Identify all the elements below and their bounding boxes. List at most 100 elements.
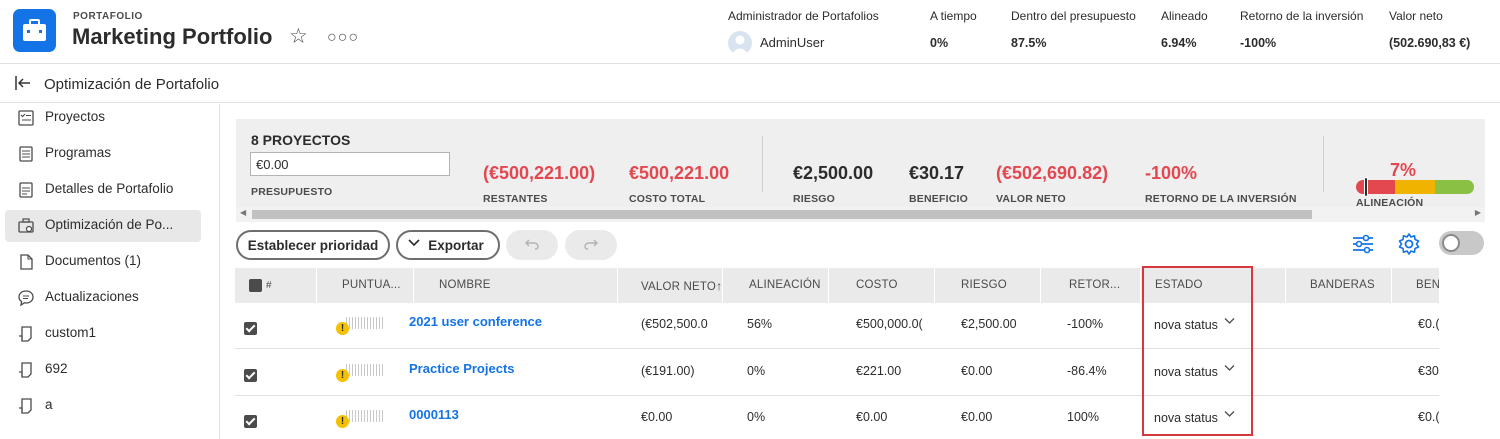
table-row[interactable]: ! 0000113 €0.00 0% €0.00 €0.00 100% nova… bbox=[235, 396, 1439, 439]
divider bbox=[1323, 136, 1324, 192]
risk-cell: €0.00 bbox=[961, 364, 993, 378]
remaining-value: (€500,221.00) bbox=[483, 163, 596, 183]
sidebar-item-label: Actualizaciones bbox=[45, 289, 139, 304]
set-priority-button[interactable]: Establecer prioridad bbox=[236, 230, 390, 260]
metric-aligned-value: 6.94% bbox=[1161, 36, 1197, 50]
table-row[interactable]: ! 2021 user conference (€502,500.0 56% €… bbox=[235, 303, 1439, 349]
column-header-benefit[interactable]: BEN bbox=[1392, 268, 1439, 303]
column-header-net-value[interactable]: VALOR NETO↑ bbox=[618, 268, 723, 303]
column-header-alignment[interactable]: ALINEACIÓN bbox=[723, 268, 829, 303]
column-header-net-value-label: VALOR NETO bbox=[641, 281, 717, 293]
more-options-icon[interactable]: ○○○ bbox=[327, 29, 359, 47]
net-value-label: VALOR NETO bbox=[996, 193, 1066, 205]
sidebar-item-optimizer[interactable]: Optimización de Po... bbox=[5, 210, 201, 242]
undo-button[interactable] bbox=[506, 230, 558, 260]
sidebar-item-custom1[interactable]: custom1 bbox=[5, 318, 201, 350]
summary-scrollbar[interactable]: ◀ ▶ bbox=[236, 207, 1485, 222]
status-dropdown[interactable]: nova status bbox=[1154, 365, 1218, 379]
project-name-link[interactable]: 2021 user conference bbox=[409, 314, 542, 329]
sidebar-item-label: custom1 bbox=[45, 325, 97, 340]
risk-cell: €0.00 bbox=[961, 410, 993, 424]
row-checkbox[interactable] bbox=[244, 369, 257, 382]
sidebar-item-label: Documentos (1) bbox=[45, 253, 142, 268]
select-all-checkbox[interactable] bbox=[249, 279, 262, 292]
row-checkbox[interactable] bbox=[244, 322, 257, 335]
column-header-roi[interactable]: RETOR... bbox=[1041, 268, 1141, 303]
sidebar-item-label: Detalles de Portafolio bbox=[45, 181, 174, 196]
projects-table: # PUNTUA... NOMBRE VALOR NETO↑ ALINEACIÓ… bbox=[235, 268, 1439, 439]
sidebar-item-updates[interactable]: Actualizaciones bbox=[5, 282, 201, 314]
portfolio-owner-name[interactable]: AdminUser bbox=[760, 35, 824, 50]
programs-icon bbox=[19, 146, 33, 162]
net-value-cell: (€502,500.0 bbox=[641, 317, 708, 331]
row-checkbox[interactable] bbox=[244, 415, 257, 428]
cost-cell: €0.00 bbox=[856, 410, 888, 424]
sidebar-item-a[interactable]: a bbox=[5, 390, 201, 422]
filter-sliders-icon[interactable] bbox=[1351, 232, 1375, 256]
score-bars bbox=[346, 410, 384, 422]
status-dropdown[interactable]: nova status bbox=[1154, 318, 1218, 332]
chevron-down-icon[interactable] bbox=[1224, 314, 1235, 328]
scroll-left-icon[interactable]: ◀ bbox=[240, 208, 246, 217]
score-indicator: ! bbox=[336, 410, 386, 430]
warning-icon: ! bbox=[336, 322, 349, 335]
column-header-score[interactable]: PUNTUA... bbox=[317, 268, 414, 303]
score-indicator: ! bbox=[336, 317, 386, 337]
project-count: 8 PROYECTOS bbox=[251, 132, 351, 148]
alignment-gauge bbox=[1356, 180, 1474, 194]
portfolio-owner-label: Administrador de Portafolios bbox=[728, 9, 879, 23]
status-dropdown[interactable]: nova status bbox=[1154, 411, 1218, 425]
scrollbar-thumb[interactable] bbox=[252, 210, 1312, 219]
sidebar-item-documents[interactable]: Documentos (1) bbox=[5, 246, 201, 278]
project-name-link[interactable]: Practice Projects bbox=[409, 361, 515, 376]
scroll-right-icon[interactable]: ▶ bbox=[1475, 208, 1481, 217]
view-toggle[interactable] bbox=[1439, 231, 1484, 255]
document-icon bbox=[20, 254, 33, 270]
risk-label: RIESGO bbox=[793, 193, 836, 205]
metric-on-budget-label: Dentro del presupuesto bbox=[1011, 9, 1136, 23]
metric-on-time-value: 0% bbox=[930, 36, 949, 50]
total-cost-value: €500,221.00 bbox=[629, 163, 730, 183]
alignment-cell: 0% bbox=[747, 364, 766, 378]
column-header-status[interactable]: ESTADO bbox=[1141, 268, 1286, 303]
sidebar-item-projects[interactable]: Proyectos bbox=[5, 102, 201, 134]
column-header-select[interactable]: # bbox=[235, 268, 317, 303]
summary-panel: 8 PROYECTOS PRESUPUESTO (€500,221.00) RE… bbox=[236, 119, 1485, 222]
chevron-down-icon[interactable] bbox=[1224, 407, 1235, 421]
sidebar-item-692[interactable]: 692 bbox=[5, 354, 201, 386]
object-type-label: PORTAFOLIO bbox=[73, 11, 143, 22]
column-header-risk[interactable]: RIESGO bbox=[935, 268, 1041, 303]
sidebar-item-programs[interactable]: Programas bbox=[5, 138, 201, 170]
redo-icon bbox=[584, 239, 598, 250]
roi-label: RETORNO DE LA INVERSIÓN bbox=[1145, 193, 1297, 205]
column-header-flags[interactable]: BANDERAS bbox=[1286, 268, 1392, 303]
table-row[interactable]: ! Practice Projects (€191.00) 0% €221.00… bbox=[235, 350, 1439, 396]
column-header-name[interactable]: NOMBRE bbox=[414, 268, 618, 303]
total-cost-label: COSTO TOTAL bbox=[629, 193, 706, 205]
column-header-cost[interactable]: COSTO bbox=[829, 268, 935, 303]
gear-icon[interactable] bbox=[1397, 232, 1421, 256]
portfolio-briefcase-icon[interactable] bbox=[13, 9, 56, 52]
favorite-star-icon[interactable]: ☆ bbox=[289, 26, 308, 47]
export-button[interactable]: Exportar bbox=[396, 230, 500, 260]
sidebar-item-portfolio-details[interactable]: Detalles de Portafolio bbox=[5, 174, 201, 206]
sidebar: Proyectos Programas Detalles de Portafol… bbox=[0, 104, 220, 439]
roi-cell: -86.4% bbox=[1067, 364, 1107, 378]
metric-net-value-label: Valor neto bbox=[1389, 9, 1443, 23]
sidebar-item-label: 692 bbox=[45, 361, 68, 376]
score-bars bbox=[346, 317, 384, 329]
chevron-down-icon[interactable] bbox=[1224, 361, 1235, 375]
budget-input[interactable] bbox=[250, 152, 450, 176]
undo-icon bbox=[525, 239, 539, 250]
optimizer-icon bbox=[18, 218, 34, 233]
alignment-cell: 0% bbox=[747, 410, 766, 424]
column-header-number: # bbox=[266, 280, 272, 291]
alignment-cell: 56% bbox=[747, 317, 773, 331]
risk-cell: €2,500.00 bbox=[961, 317, 1017, 331]
collapse-back-arrow-icon[interactable] bbox=[15, 76, 31, 93]
redo-button[interactable] bbox=[565, 230, 617, 260]
warning-icon: ! bbox=[336, 415, 349, 428]
project-name-link[interactable]: 0000113 bbox=[409, 407, 459, 422]
alignment-value: 7% bbox=[1389, 160, 1416, 180]
sidebar-item-label: Proyectos bbox=[45, 109, 106, 124]
